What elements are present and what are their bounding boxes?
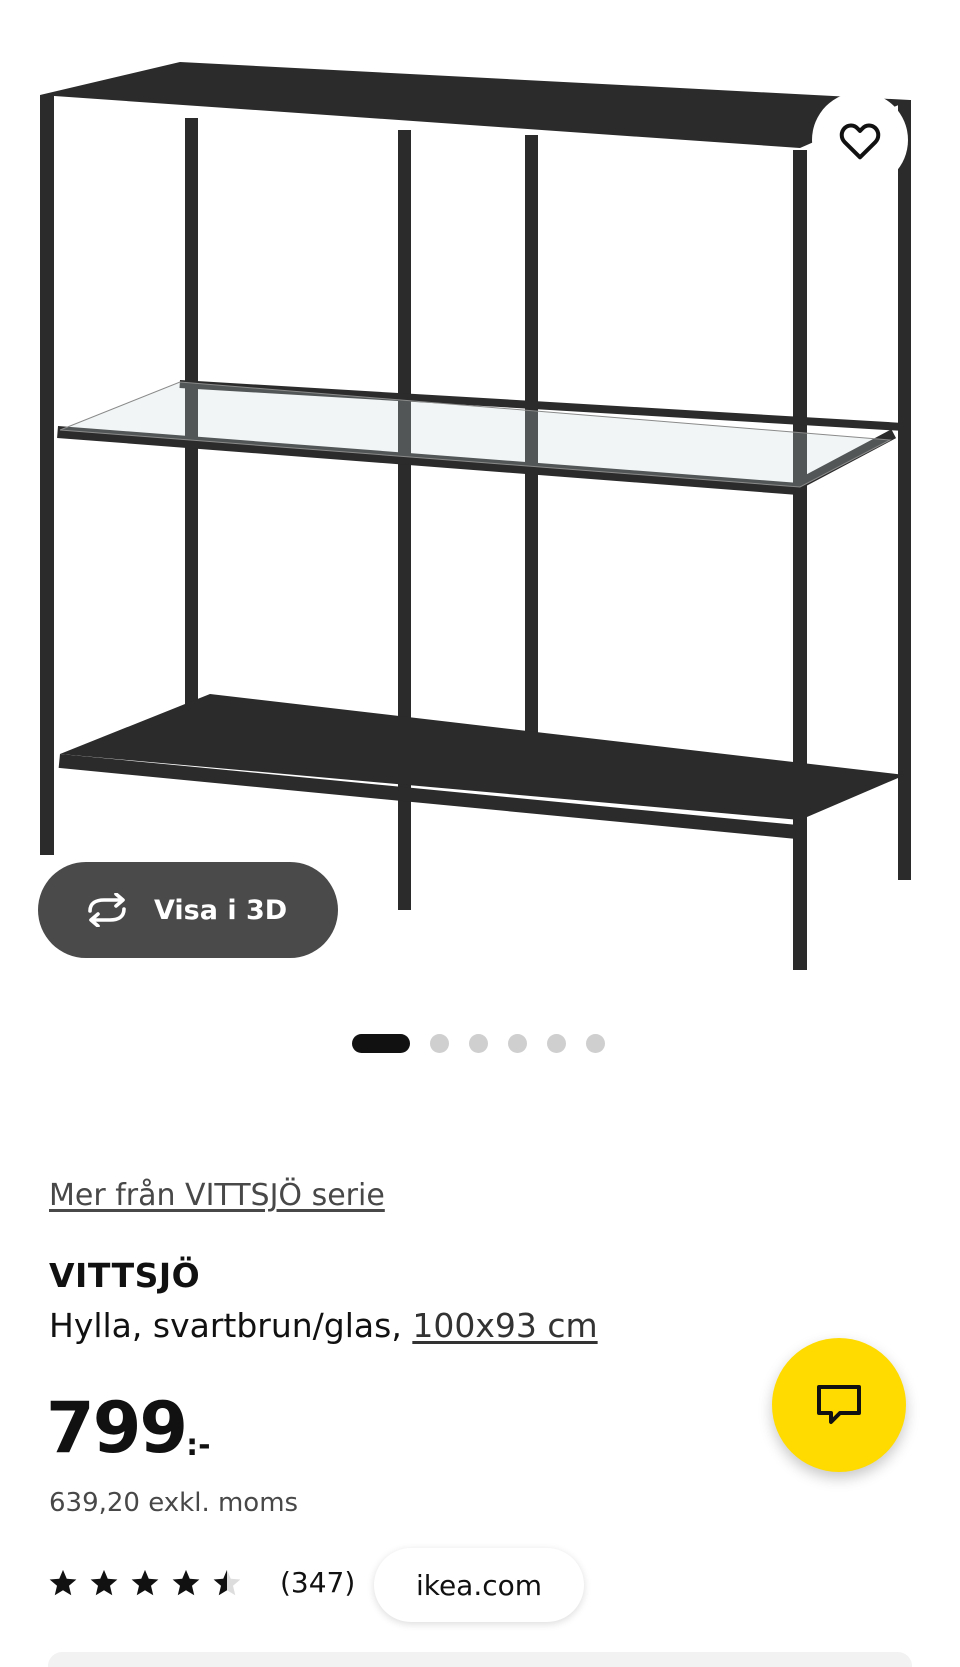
carousel-dot-4[interactable] [508,1034,527,1053]
heart-outline-icon [839,123,881,160]
series-link[interactable]: Mer från VITTSJÖ serie [49,1178,385,1213]
carousel-dot-3[interactable] [469,1034,488,1053]
bottom-sheet-edge [48,1652,912,1667]
view-in-3d-label: Visa i 3D [154,894,288,926]
product-name: VITTSJÖ [49,1256,201,1295]
rotate-3d-icon [88,893,126,927]
star-icon [131,1569,159,1596]
product-description: Hylla, svartbrun/glas, 100x93 cm [49,1306,598,1345]
carousel-dot-2[interactable] [430,1034,449,1053]
price-excl-vat: 639,20 exkl. moms [49,1488,299,1518]
price: 799 :- [46,1388,211,1468]
star-icon [172,1569,200,1596]
star-icon [49,1569,77,1596]
view-in-3d-button[interactable]: Visa i 3D [38,862,338,958]
chat-bubble-icon [817,1385,861,1424]
carousel-dot-5[interactable] [547,1034,566,1053]
product-type-text: Hylla, svartbrun/glas, [49,1306,402,1345]
product-image-carousel[interactable]: Visa i 3D [0,0,960,1000]
rating-stars[interactable] [48,1568,242,1598]
carousel-dot-6[interactable] [586,1034,605,1053]
favorite-button[interactable] [812,92,908,188]
carousel-indicator [352,1034,605,1053]
star-icon [90,1569,118,1596]
review-count[interactable]: (347) [280,1566,355,1599]
carousel-dot-1[interactable] [352,1034,410,1053]
price-amount: 799 [46,1387,188,1469]
price-suffix: :- [186,1428,211,1463]
star-half-icon [213,1569,241,1596]
chat-button[interactable] [772,1338,906,1472]
dimensions-link[interactable]: 100x93 cm [412,1306,597,1345]
browser-address-pill[interactable]: ikea.com [374,1548,584,1622]
